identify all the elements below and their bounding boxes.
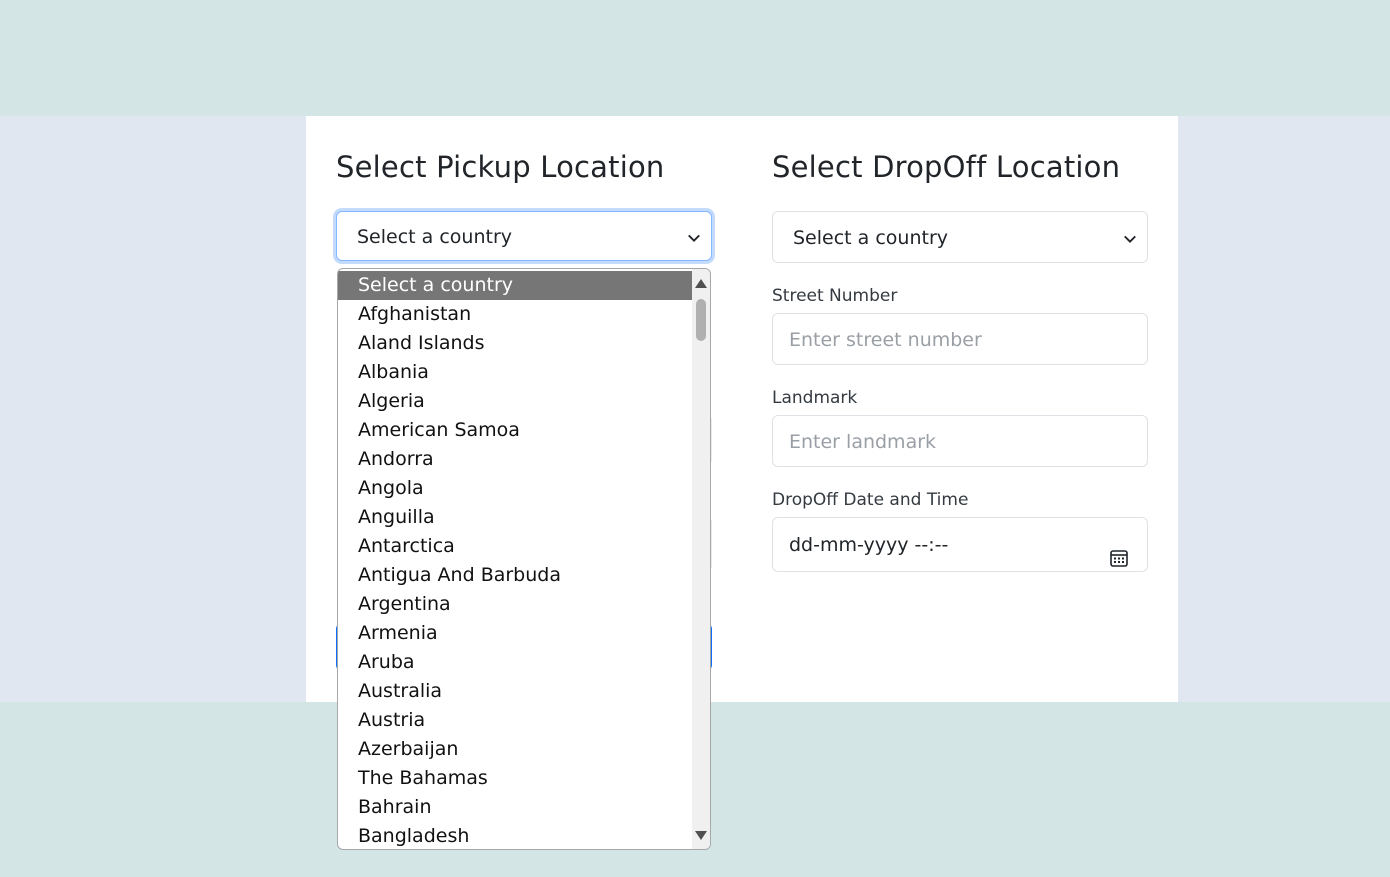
country-dropdown-list[interactable]: Select a country Afghanistan Aland Islands… — [337, 268, 711, 850]
pickup-title: Select Pickup Location — [336, 150, 665, 184]
country-option[interactable]: Armenia — [338, 619, 693, 648]
chevron-down-icon — [687, 212, 701, 262]
dropoff-country-select[interactable]: Select a country — [772, 211, 1148, 263]
country-option[interactable]: Aland Islands — [338, 329, 693, 358]
scrollbar-thumb[interactable] — [696, 299, 706, 341]
country-option[interactable]: Angola — [338, 474, 693, 503]
country-option[interactable]: Algeria — [338, 387, 693, 416]
landmark-input[interactable]: Enter landmark — [772, 415, 1148, 467]
pickup-country-select[interactable]: Select a country — [336, 211, 712, 261]
country-option[interactable]: Bahrain — [338, 793, 693, 822]
country-option[interactable]: Antarctica — [338, 532, 693, 561]
country-option[interactable]: Afghanistan — [338, 300, 693, 329]
scroll-down-arrow-icon[interactable] — [695, 831, 707, 840]
country-option[interactable]: Anguilla — [338, 503, 693, 532]
street-number-input[interactable]: Enter street number — [772, 313, 1148, 365]
chevron-down-icon — [1123, 212, 1137, 264]
country-options: Select a country Afghanistan Aland Islands… — [338, 271, 693, 849]
country-option[interactable]: Azerbaijan — [338, 735, 693, 764]
country-option[interactable]: American Samoa — [338, 416, 693, 445]
dropoff-datetime-value: dd-mm-yyyy --:-- — [789, 534, 949, 556]
country-option[interactable]: Andorra — [338, 445, 693, 474]
country-option[interactable]: Bangladesh — [338, 822, 693, 849]
dropoff-datetime-label: DropOff Date and Time — [772, 490, 969, 510]
pickup-country-value: Select a country — [357, 226, 512, 248]
country-option[interactable]: Australia — [338, 677, 693, 706]
dropoff-datetime-input[interactable]: dd-mm-yyyy --:-- — [772, 517, 1148, 572]
country-option[interactable]: Select a country — [338, 271, 693, 300]
country-option[interactable]: Aruba — [338, 648, 693, 677]
landmark-label: Landmark — [772, 388, 858, 408]
scroll-up-arrow-icon[interactable] — [695, 279, 707, 288]
street-number-label: Street Number — [772, 286, 898, 306]
dropdown-scrollbar[interactable] — [692, 269, 710, 849]
dropoff-title: Select DropOff Location — [772, 150, 1121, 184]
country-option[interactable]: Albania — [338, 358, 693, 387]
dropoff-country-value: Select a country — [793, 227, 948, 249]
country-option[interactable]: The Bahamas — [338, 764, 693, 793]
country-option[interactable]: Austria — [338, 706, 693, 735]
calendar-icon[interactable] — [1109, 535, 1129, 567]
country-option[interactable]: Antigua And Barbuda — [338, 561, 693, 590]
country-option[interactable]: Argentina — [338, 590, 693, 619]
